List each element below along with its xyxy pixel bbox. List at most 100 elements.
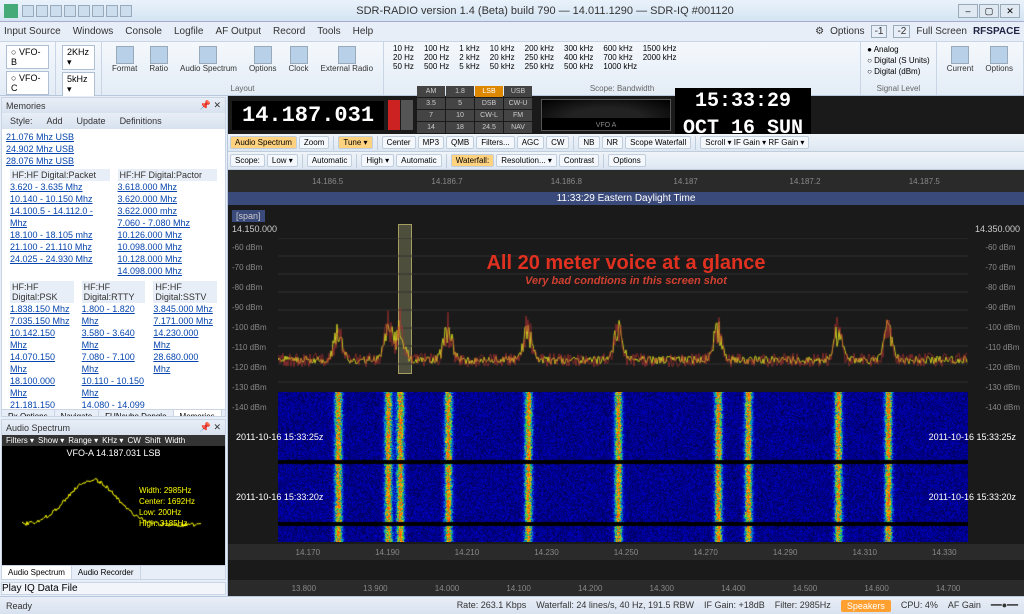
toolbar-btn[interactable]: Scroll ▾ IF Gain ▾ RF Gain ▾ [700,136,809,149]
signal-analog[interactable]: ● Analog [867,44,930,55]
as-toolbar-item[interactable]: Width [165,436,185,445]
mode-10[interactable]: 10 [446,110,474,121]
tab-navigate[interactable]: Navigate [55,410,100,417]
memory-link[interactable]: 10.098.000 Mhz [118,241,218,253]
rec-icon[interactable] [388,100,400,130]
tab-add[interactable]: Add [43,115,67,127]
inner-ruler[interactable]: 14.17014.19014.21014.23014.25014.27014.2… [228,544,1024,560]
signal-digital-dbm[interactable]: ○ Digital (dBm) [867,66,930,77]
current-button[interactable]: Current [943,44,978,75]
signal-options-button[interactable]: Options [981,44,1017,75]
menu-af-output[interactable]: AF Output [215,26,261,37]
mode-lsb[interactable]: LSB [475,86,503,97]
memory-link[interactable]: 3.845.000 Mhz [153,303,217,315]
menu-logfile[interactable]: Logfile [174,26,203,37]
memory-link[interactable]: 18.100.000 Mhz [10,375,74,399]
play-iq-button[interactable]: Play IQ Data File [1,582,226,595]
minimize-button[interactable]: – [958,4,978,18]
step-2[interactable]: -2 [893,25,910,38]
toolbar-btn[interactable]: Resolution... ▾ [496,154,557,167]
panel-pin-icon[interactable]: 📌 ✕ [200,100,221,111]
panel-close-icon[interactable]: 📌 ✕ [200,422,221,433]
signal-digital-s[interactable]: ○ Digital (S Units) [867,55,930,66]
tab-update[interactable]: Update [73,115,110,127]
memory-link[interactable]: 28.680.000 Mhz [153,351,217,375]
close-button[interactable]: ✕ [1000,4,1020,18]
bandwidth-option[interactable]: 400 kHz [561,53,596,62]
memory-link[interactable]: 3.620.000 Mhz [118,193,218,205]
toolbar-btn[interactable]: Zoom [299,136,329,149]
memory-link[interactable]: 1.800 - 1.820 Mhz [82,303,146,327]
maximize-button[interactable]: ▢ [979,4,999,18]
memory-link[interactable]: 14.230.000 Mhz [153,327,217,351]
tab-definitions[interactable]: Definitions [116,115,166,127]
mode-24.5[interactable]: 24.5 [475,122,503,133]
memory-link[interactable]: 3.618.000 Mhz [118,181,218,193]
memory-link[interactable]: 7.060 - 7.080 Mhz [118,217,218,229]
as-toolbar-item[interactable]: CW [127,436,140,445]
bandwidth-option[interactable]: 10 Hz [390,44,417,53]
mode-14[interactable]: 14 [417,122,445,133]
toolbar-btn[interactable]: Options [608,154,646,167]
speakers-button[interactable]: Speakers [841,600,891,612]
spectrum-area[interactable]: 11:33:29 Eastern Daylight Time [span] 14… [228,192,1024,596]
bandwidth-option[interactable]: 5 kHz [456,62,482,71]
bandwidth-option[interactable]: 700 kHz [600,53,635,62]
menu-input-source[interactable]: Input Source [4,26,61,37]
finetune-5khz[interactable]: 5kHz ▾ [62,72,95,97]
bandwidth-option[interactable]: 100 Hz [421,44,452,53]
vfo-b-toggle[interactable]: ○ VFO-B [6,45,49,69]
mode-am[interactable]: AM [417,86,445,97]
external-radio-button[interactable]: External Radio [317,44,377,75]
mode-7[interactable]: 7 [417,110,445,121]
memory-link[interactable]: 7.171.000 Mhz [153,315,217,327]
step-1[interactable]: -1 [871,25,888,38]
memory-link[interactable]: 3.620 - 3.635 Mhz [10,181,110,193]
format-button[interactable]: Format [108,44,141,75]
memory-link[interactable]: 14.070.150 Mhz [10,351,74,375]
mode-5[interactable]: 5 [446,98,474,109]
memory-link[interactable]: 1.838.150 Mhz [10,303,74,315]
bandwidth-option[interactable]: 20 Hz [390,53,417,62]
bandwidth-option[interactable]: 600 kHz [600,44,635,53]
memory-link[interactable]: 10.142.150 Mhz [10,327,74,351]
frequency-ruler-top[interactable]: 14.186.514.186.714.186.814.18714.187.214… [228,170,1024,192]
memory-link[interactable]: 21.076 Mhz USB [6,131,221,143]
audio-spectrum-button[interactable]: Audio Spectrum [176,44,241,75]
window-controls[interactable]: – ▢ ✕ [958,4,1020,18]
mode-dsb[interactable]: DSB [475,98,503,109]
toolbar-btn[interactable]: NR [602,136,624,149]
toolbar-btn[interactable]: QMB [446,136,474,149]
memory-link[interactable]: 10.126.000 Mhz [118,229,218,241]
vfo-c-toggle[interactable]: ○ VFO-C [6,71,49,95]
toolbar-btn[interactable]: Waterfall: [451,154,495,167]
toolbar-btn[interactable]: High ▾ [361,154,394,167]
bottom-ruler[interactable]: 13.80013.90014.00014.10014.20014.30014.4… [228,580,1024,596]
bandwidth-option[interactable]: 2 kHz [456,53,482,62]
bandwidth-option[interactable]: 1 kHz [456,44,482,53]
toolbar-btn[interactable]: Low ▾ [267,154,298,167]
quick-access[interactable] [22,5,132,17]
as-toolbar-item[interactable]: Show ▾ [38,436,64,445]
options-menu[interactable]: Options [830,26,864,37]
mode-usb[interactable]: USB [504,86,532,97]
menu-tools[interactable]: Tools [317,26,340,37]
toolbar-btn[interactable]: Scope Waterfall [625,136,691,149]
bandwidth-option[interactable]: 1500 kHz [640,44,680,53]
as-toolbar-item[interactable]: Range ▾ [68,436,98,445]
memory-link[interactable]: 18.100 - 18.105 mhz [10,229,110,241]
as-toolbar-item[interactable]: Shift [145,436,161,445]
memory-link[interactable]: 3.622.000 mhz [118,205,218,217]
memory-link[interactable]: 10.140 - 10.150 Mhz [10,193,110,205]
mode-cw-l[interactable]: CW-L [475,110,503,121]
bandwidth-option[interactable]: 200 kHz [522,44,557,53]
as-toolbar-item[interactable]: KHz ▾ [102,436,123,445]
memory-link[interactable]: 14.080 - 14.099 Mhz [82,399,146,409]
bandwidth-option[interactable]: 250 kHz [522,62,557,71]
memory-link[interactable]: 21.181.150 Mhz [10,399,74,409]
menu-windows[interactable]: Windows [73,26,114,37]
volume-slider[interactable]: ━━●━━ [991,600,1018,612]
bandwidth-option[interactable]: 200 Hz [421,53,452,62]
toolbar-btn[interactable]: MP3 [418,136,444,149]
toolbar-btn[interactable]: Center [382,136,416,149]
